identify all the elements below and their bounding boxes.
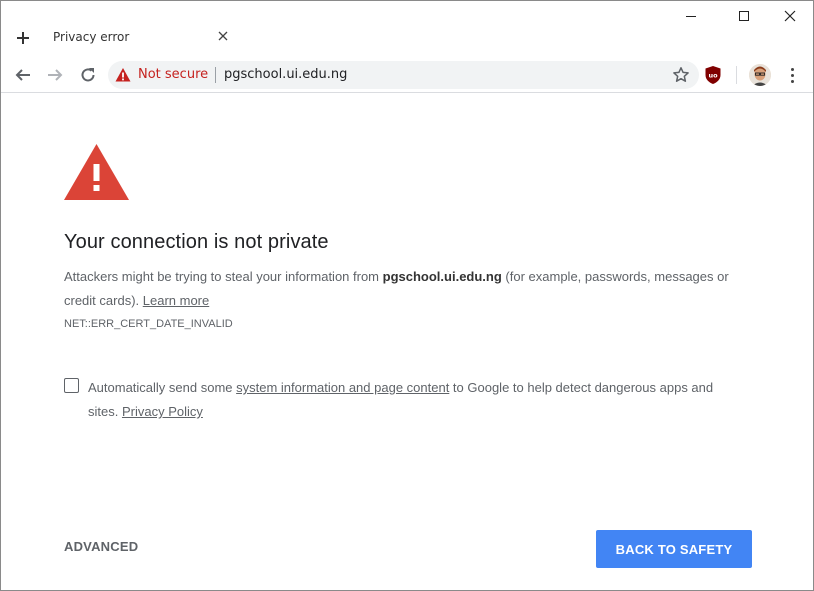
tab-privacy-error[interactable]: Privacy error (41, 23, 241, 53)
desc-prefix: Attackers might be trying to steal your … (64, 269, 383, 284)
omnibox-divider (215, 67, 216, 83)
interstitial-content: Your connection is not private Attackers… (1, 93, 813, 590)
toolbar-divider (736, 66, 737, 84)
error-description: Attackers might be trying to steal your … (64, 265, 734, 313)
cb-prefix: Automatically send some (88, 380, 237, 395)
not-secure-label[interactable]: Not secure (138, 67, 208, 82)
learn-more-link[interactable]: Learn more (143, 293, 209, 308)
tab-title: Privacy error (53, 30, 130, 44)
plus-icon (17, 32, 29, 44)
warning-triangle-icon (64, 144, 129, 200)
back-button[interactable] (11, 63, 35, 87)
new-tab-button[interactable] (13, 28, 33, 48)
window-close-button[interactable] (778, 5, 802, 27)
extended-reporting-checkbox[interactable] (64, 378, 79, 393)
back-to-safety-button[interactable]: BACK TO SAFETY (596, 530, 752, 568)
svg-text:uo: uo (708, 72, 718, 80)
close-icon (218, 31, 228, 41)
reload-icon (81, 68, 95, 82)
privacy-policy-link[interactable]: Privacy Policy (122, 404, 203, 419)
kebab-menu-icon[interactable] (784, 65, 800, 85)
browser-window: Privacy error Not secure pgschool.ui.edu… (0, 0, 814, 591)
address-bar[interactable]: Not secure pgschool.ui.edu.ng (108, 61, 699, 89)
error-code: NET::ERR_CERT_DATE_INVALID (64, 318, 233, 330)
advanced-button[interactable]: ADVANCED (64, 539, 138, 554)
warning-triangle-icon (115, 68, 131, 82)
forward-button[interactable] (43, 63, 67, 87)
page-title: Your connection is not private (64, 231, 329, 253)
toolbar: Not secure pgschool.ui.edu.ng uo (1, 59, 813, 91)
tab-close-button[interactable] (214, 27, 232, 45)
url-text[interactable]: pgschool.ui.edu.ng (224, 67, 347, 82)
avatar-icon[interactable] (749, 64, 771, 86)
maximize-button[interactable] (732, 5, 756, 27)
system-info-link[interactable]: system information and page content (236, 380, 449, 395)
reload-button[interactable] (76, 63, 100, 87)
minimize-button[interactable] (679, 5, 703, 27)
maximize-icon (739, 11, 749, 21)
desc-domain: pgschool.ui.edu.ng (382, 269, 502, 284)
minimize-icon (686, 15, 696, 17)
forward-arrow-icon (48, 69, 63, 81)
close-icon (784, 10, 796, 22)
back-arrow-icon (15, 69, 30, 81)
ublock-icon[interactable]: uo (704, 65, 722, 85)
tab-strip: Privacy error (1, 1, 813, 59)
star-icon[interactable] (672, 66, 690, 84)
extended-reporting-label: Automatically send some system informati… (88, 376, 738, 424)
